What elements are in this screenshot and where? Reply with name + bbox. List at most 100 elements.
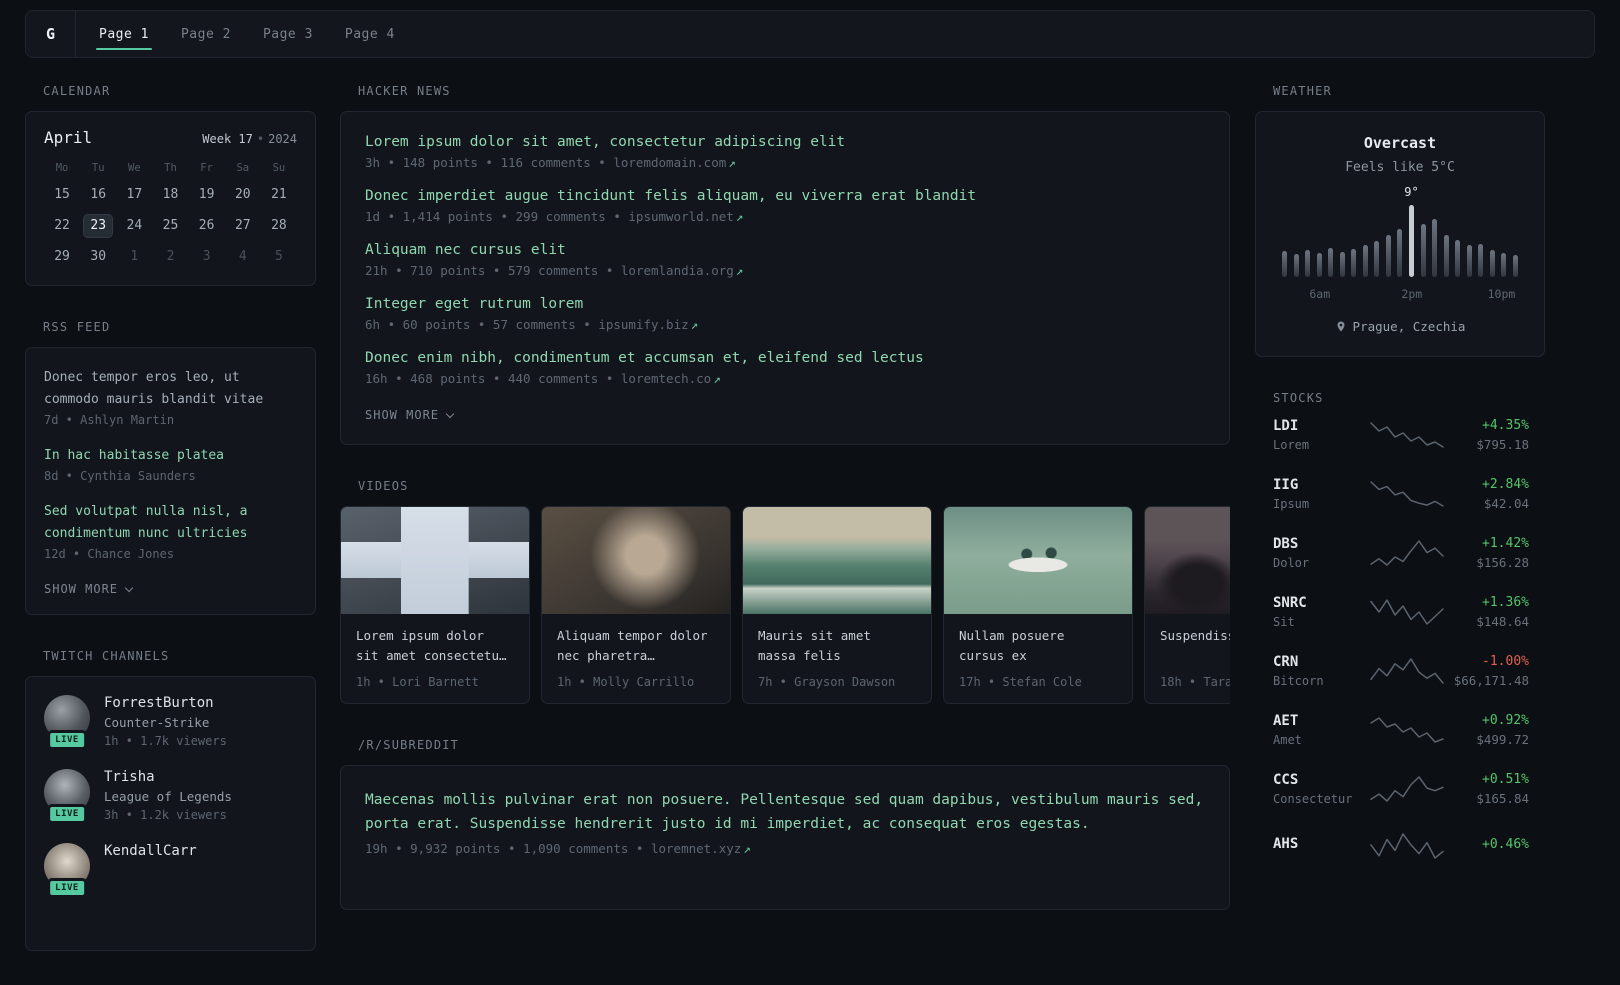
rss-item[interactable]: Donec tempor eros leo, ut commodo mauris…: [44, 366, 297, 427]
left-column: CALENDAR April Week 17 • 2024 Mo Tu We Th Fr Sa…: [25, 84, 316, 985]
calendar-day[interactable]: 3: [192, 245, 222, 269]
stock-ticker: CRN: [1273, 654, 1299, 670]
calendar-day[interactable]: 25: [155, 214, 185, 238]
reddit-post-domain[interactable]: loremnet.xyz ↗: [651, 841, 751, 856]
calendar-day[interactable]: 5: [264, 245, 294, 269]
calendar-day[interactable]: 23: [83, 214, 114, 238]
twitch-channels: LIVE ForrestBurton Counter-Strike 1h • 1…: [25, 676, 316, 951]
calendar-day[interactable]: 19: [192, 183, 222, 207]
calendar-day[interactable]: 18: [155, 183, 185, 207]
rss-item-title[interactable]: In hac habitasse platea: [44, 448, 224, 463]
page-tab[interactable]: Page 1: [96, 11, 152, 57]
news-domain[interactable]: loremtech.co ↗: [621, 371, 721, 386]
news-domain-text: loremlandia.org: [620, 263, 734, 278]
reddit-domain-text: loremnet.xyz: [650, 841, 742, 856]
rss-item-meta: 7d • Ashlyn Martin: [44, 413, 175, 427]
rss-show-more-button[interactable]: SHOW MORE: [44, 582, 134, 596]
weather-bar: [1374, 241, 1380, 277]
calendar-day[interactable]: 15: [47, 183, 77, 207]
stock-row[interactable]: AET Amet +0.92% $499.72: [1273, 713, 1529, 747]
news-link[interactable]: Lorem ipsum dolor sit amet, consectetur …: [365, 134, 1205, 150]
news-domain-text: ipsumworld.net: [628, 209, 734, 224]
hackernews-show-more-button[interactable]: SHOW MORE: [365, 408, 455, 422]
calendar-widget-title: CALENDAR: [43, 84, 111, 98]
rss-item[interactable]: Sed volutpat nulla nisl, a condimentum n…: [44, 500, 297, 561]
weather-widget-title: WEATHER: [1273, 84, 1332, 98]
news-link[interactable]: Integer eget rutrum lorem: [365, 296, 1205, 312]
news-domain[interactable]: loremlandia.org ↗: [621, 263, 743, 278]
rss-item[interactable]: In hac habitasse platea 8d • Cynthia Sau…: [44, 444, 297, 483]
calendar-day-name: Mo: [55, 162, 69, 174]
stock-ticker: SNRC: [1273, 595, 1307, 611]
news-meta: 1d • 1,414 points • 299 comments • ipsum…: [365, 209, 1205, 224]
channel-category[interactable]: League of Legends: [104, 789, 232, 804]
news-link[interactable]: Donec enim nibh, condimentum et accumsan…: [365, 350, 1205, 366]
news-domain[interactable]: ipsumworld.net ↗: [628, 209, 743, 224]
page-tab[interactable]: Page 3: [260, 11, 316, 57]
stock-row[interactable]: LDI Lorem +4.35% $795.18: [1273, 418, 1529, 452]
calendar-day[interactable]: 1: [119, 245, 149, 269]
rss-item-title[interactable]: Donec tempor eros leo, ut commodo mauris…: [44, 370, 263, 407]
calendar-day[interactable]: 2: [155, 245, 185, 269]
stock-row[interactable]: DBS Dolor +1.42% $156.28: [1273, 536, 1529, 570]
news-domain[interactable]: ipsumify.biz ↗: [598, 317, 698, 332]
twitch-channel[interactable]: LIVE KendallCarr: [44, 843, 297, 898]
calendar-day[interactable]: 17: [119, 183, 149, 207]
video-card[interactable]: Lorem ipsum dolor sit amet consectetu… 1…: [340, 506, 530, 704]
stock-row[interactable]: AHS +0.46%: [1273, 831, 1529, 861]
stocks-widget-title: STOCKS: [1273, 391, 1324, 405]
stock-identity: CRN Bitcorn: [1273, 654, 1369, 688]
calendar-day[interactable]: 30: [83, 245, 113, 269]
video-card[interactable]: Aliquam tempor dolor nec pharetra… 1h • …: [541, 506, 731, 704]
stock-row[interactable]: CRN Bitcorn -1.00% $66,171.48: [1273, 654, 1529, 688]
news-domain-text: loremtech.co: [620, 371, 712, 386]
reddit-post-link[interactable]: Maecenas mollis pulvinar erat non posuer…: [365, 788, 1205, 836]
stock-values: +0.92% $499.72: [1476, 713, 1529, 747]
stock-values: +1.36% $148.64: [1476, 595, 1529, 629]
stock-price: $148.64: [1476, 614, 1529, 629]
channel-category[interactable]: Counter-Strike: [104, 715, 227, 730]
calendar-day[interactable]: 16: [83, 183, 113, 207]
stock-sparkline: [1369, 831, 1445, 861]
stock-sparkline: [1369, 774, 1445, 804]
news-domain[interactable]: loremdomain.com ↗: [613, 155, 735, 170]
weather-bar: [1512, 255, 1518, 277]
video-card[interactable]: Mauris sit amet massa felis 7h • Grayson…: [742, 506, 932, 704]
page-tab[interactable]: Page 4: [342, 11, 398, 57]
stock-identity: DBS Dolor: [1273, 536, 1369, 570]
calendar-day[interactable]: 4: [228, 245, 258, 269]
stocks-list: LDI Lorem +4.35% $795.18 IIG Ipsum +2.84…: [1255, 418, 1545, 861]
calendar-day[interactable]: 28: [264, 214, 294, 238]
video-title: Nullam posuere cursus ex: [959, 628, 1065, 663]
calendar-day[interactable]: 22: [47, 214, 77, 238]
channel-name[interactable]: ForrestBurton: [104, 695, 227, 711]
page-tab[interactable]: Page 2: [178, 11, 234, 57]
stock-name: Lorem: [1273, 438, 1310, 452]
stock-name: Consectetur: [1273, 792, 1353, 806]
news-link[interactable]: Donec imperdiet augue tincidunt felis al…: [365, 188, 1205, 204]
calendar-day[interactable]: 21: [264, 183, 294, 207]
calendar-day[interactable]: 24: [119, 214, 149, 238]
twitch-channel[interactable]: LIVE Trisha League of Legends 3h • 1.2k …: [44, 769, 297, 824]
calendar-day[interactable]: 26: [192, 214, 222, 238]
weather-hourly-chart[interactable]: 9°: [1282, 185, 1518, 277]
calendar-day[interactable]: 29: [47, 245, 77, 269]
calendar-day[interactable]: 27: [228, 214, 258, 238]
video-card[interactable]: Nullam posuere cursus ex 17h • Stefan Co…: [943, 506, 1133, 704]
twitch-channel[interactable]: LIVE ForrestBurton Counter-Strike 1h • 1…: [44, 695, 297, 750]
stock-row[interactable]: IIG Ipsum +2.84% $42.04: [1273, 477, 1529, 511]
weather-current-temp: 9°: [1404, 185, 1419, 199]
channel-name[interactable]: KendallCarr: [104, 843, 197, 859]
weather-bar: [1489, 249, 1495, 277]
stock-row[interactable]: CCS Consectetur +0.51% $165.84: [1273, 772, 1529, 806]
calendar-day[interactable]: 20: [228, 183, 258, 207]
weather-bar: [1466, 245, 1472, 277]
app-logo[interactable]: G: [26, 11, 76, 57]
channel-name[interactable]: Trisha: [104, 769, 232, 785]
rss-item-title[interactable]: Sed volutpat nulla nisl, a condimentum n…: [44, 504, 248, 541]
weather-bar: [1362, 244, 1368, 277]
stock-sparkline: [1369, 656, 1445, 686]
stock-row[interactable]: SNRC Sit +1.36% $148.64: [1273, 595, 1529, 629]
news-link[interactable]: Aliquam nec cursus elit: [365, 242, 1205, 258]
video-card[interactable]: Suspendisse diam 18h • Tara: [1144, 506, 1230, 704]
